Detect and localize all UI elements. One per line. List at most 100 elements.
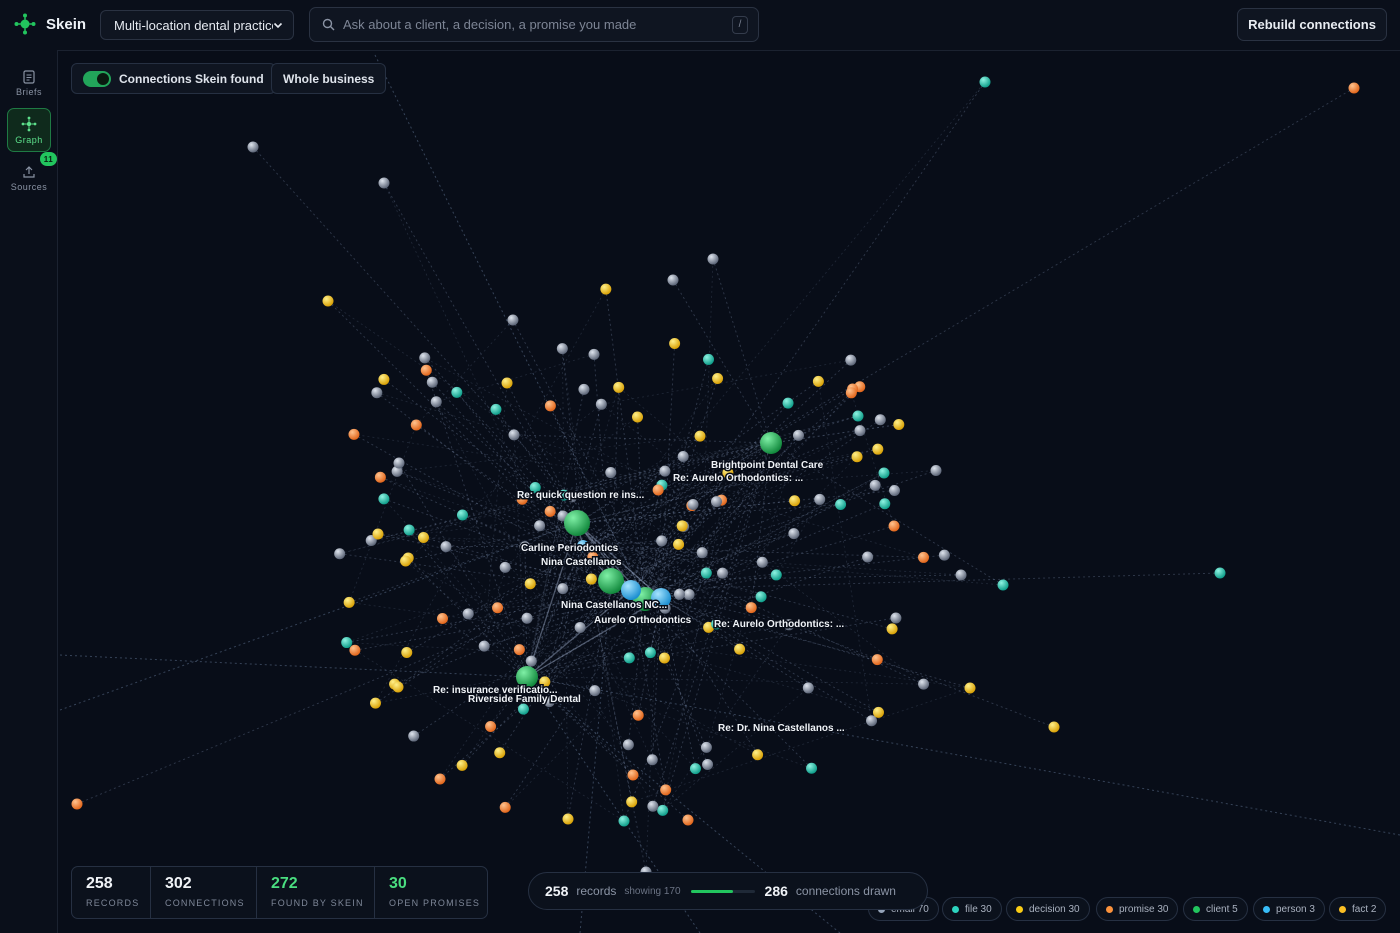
graph-node-file[interactable] bbox=[1214, 567, 1226, 579]
app-logo[interactable]: Skein bbox=[14, 13, 86, 35]
graph-node-email[interactable] bbox=[845, 354, 857, 366]
graph-node-decision[interactable] bbox=[632, 411, 644, 423]
graph-node-decision[interactable] bbox=[893, 419, 905, 431]
graph-node-email[interactable] bbox=[890, 612, 902, 624]
graph-node-file[interactable] bbox=[755, 591, 767, 603]
graph-node-email[interactable] bbox=[687, 498, 699, 510]
graph-node-email[interactable] bbox=[556, 343, 568, 355]
graph-node-decision[interactable] bbox=[1048, 721, 1060, 733]
graph-node-promise[interactable] bbox=[918, 551, 930, 563]
scope-button[interactable]: Whole business bbox=[271, 63, 387, 94]
graph-node-email[interactable] bbox=[499, 561, 511, 573]
graph-node-promise[interactable] bbox=[348, 428, 360, 440]
graph-node-promise[interactable] bbox=[374, 471, 386, 483]
graph-node-decision[interactable] bbox=[392, 681, 404, 693]
graph-node-decision[interactable] bbox=[812, 375, 824, 387]
rebuild-connections-button[interactable]: Rebuild connections bbox=[1237, 8, 1387, 41]
legend-item-promise[interactable]: promise 30 bbox=[1096, 897, 1179, 921]
graph-node-decision[interactable] bbox=[669, 337, 681, 349]
graph-node-decision[interactable] bbox=[658, 652, 670, 664]
graph-node-file[interactable] bbox=[623, 652, 635, 664]
knowledge-graph[interactable]: Brightpoint Dental Care Re: Aurelo Ortho… bbox=[58, 51, 1400, 933]
legend-item-person[interactable]: person 3 bbox=[1253, 897, 1325, 921]
graph-node-promise[interactable] bbox=[420, 364, 432, 376]
graph-node-promise[interactable] bbox=[871, 654, 883, 666]
graph-node-promise[interactable] bbox=[660, 784, 672, 796]
graph-node-email[interactable] bbox=[589, 685, 601, 697]
graph-node-file[interactable] bbox=[456, 509, 468, 521]
graph-node-decision[interactable] bbox=[524, 578, 536, 590]
graph-node-email[interactable] bbox=[588, 348, 600, 360]
graph-node-file[interactable] bbox=[689, 763, 701, 775]
legend-item-decision[interactable]: decision 30 bbox=[1006, 897, 1090, 921]
graph-node-email[interactable] bbox=[334, 548, 346, 560]
graph-node-decision[interactable] bbox=[789, 495, 801, 507]
graph-node-email[interactable] bbox=[700, 741, 712, 753]
graph-node-email[interactable] bbox=[888, 484, 900, 496]
graph-node-email[interactable] bbox=[659, 465, 671, 477]
graph-node-decision[interactable] bbox=[851, 451, 863, 463]
graph-node-email[interactable] bbox=[854, 425, 866, 437]
graph-node-file[interactable] bbox=[341, 637, 353, 649]
graph-node-decision[interactable] bbox=[694, 430, 706, 442]
graph-node-email[interactable] bbox=[521, 612, 533, 624]
graph-node-email[interactable] bbox=[440, 541, 452, 553]
graph-node-client[interactable] bbox=[598, 568, 624, 594]
graph-node-email[interactable] bbox=[656, 535, 668, 547]
graph-node-decision[interactable] bbox=[872, 443, 884, 455]
graph-node-file[interactable] bbox=[490, 403, 502, 415]
graph-node-decision[interactable] bbox=[562, 813, 574, 825]
graph-node-decision[interactable] bbox=[676, 520, 688, 532]
graph-node-file[interactable] bbox=[644, 647, 656, 659]
toggle-switch[interactable] bbox=[83, 70, 111, 87]
graph-node-file[interactable] bbox=[517, 703, 529, 715]
graph-node-promise[interactable] bbox=[745, 602, 757, 614]
graph-node-file[interactable] bbox=[852, 410, 864, 422]
graph-node-decision[interactable] bbox=[343, 596, 355, 608]
graph-node-email[interactable] bbox=[605, 467, 617, 479]
graph-node-file[interactable] bbox=[451, 386, 463, 398]
graph-node-email[interactable] bbox=[673, 588, 685, 600]
graph-node-email[interactable] bbox=[869, 479, 881, 491]
graph-node-file[interactable] bbox=[997, 579, 1009, 591]
graph-node-promise[interactable] bbox=[513, 644, 525, 656]
graph-node-email[interactable] bbox=[792, 429, 804, 441]
graph-node-file[interactable] bbox=[618, 815, 630, 827]
graph-node-decision[interactable] bbox=[712, 372, 724, 384]
graph-node-decision[interactable] bbox=[369, 697, 381, 709]
graph-node-decision[interactable] bbox=[400, 555, 412, 567]
graph-node-email[interactable] bbox=[938, 549, 950, 561]
graph-node-decision[interactable] bbox=[626, 796, 638, 808]
graph-node-decision[interactable] bbox=[752, 749, 764, 761]
graph-node-email[interactable] bbox=[802, 682, 814, 694]
graph-node-email[interactable] bbox=[419, 352, 431, 364]
graph-node-promise[interactable] bbox=[652, 484, 664, 496]
graph-node-decision[interactable] bbox=[613, 381, 625, 393]
graph-node-person[interactable] bbox=[621, 580, 641, 600]
graph-node-file[interactable] bbox=[378, 493, 390, 505]
graph-node-email[interactable] bbox=[683, 589, 695, 601]
graph-node-promise[interactable] bbox=[499, 801, 511, 813]
graph-node-email[interactable] bbox=[247, 141, 259, 153]
graph-node-email[interactable] bbox=[717, 567, 729, 579]
graph-node-email[interactable] bbox=[707, 253, 719, 265]
graph-node-decision[interactable] bbox=[872, 706, 884, 718]
graph-node-email[interactable] bbox=[574, 621, 586, 633]
graph-node-decision[interactable] bbox=[964, 682, 976, 694]
graph-node-promise[interactable] bbox=[632, 709, 644, 721]
graph-node-file[interactable] bbox=[806, 762, 818, 774]
graph-node-decision[interactable] bbox=[585, 573, 597, 585]
graph-node-email[interactable] bbox=[622, 739, 634, 751]
graph-node-email[interactable] bbox=[507, 314, 519, 326]
graph-node-promise[interactable] bbox=[627, 769, 639, 781]
graph-node-decision[interactable] bbox=[378, 373, 390, 385]
graph-node-email[interactable] bbox=[814, 493, 826, 505]
graph-node-email[interactable] bbox=[756, 556, 768, 568]
graph-node-file[interactable] bbox=[879, 498, 891, 510]
sidebar-item-sources[interactable]: Sources 11 bbox=[7, 152, 57, 200]
graph-node-decision[interactable] bbox=[322, 295, 334, 307]
graph-node-email[interactable] bbox=[874, 414, 886, 426]
graph-node-promise[interactable] bbox=[888, 520, 900, 532]
graph-node-email[interactable] bbox=[478, 640, 490, 652]
graph-node-decision[interactable] bbox=[501, 377, 513, 389]
